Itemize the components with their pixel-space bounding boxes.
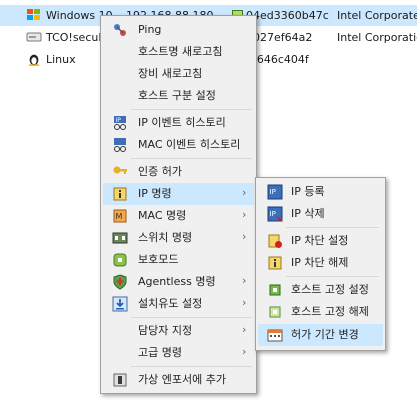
key-icon bbox=[113, 166, 127, 174]
mac-command-icon: M bbox=[113, 209, 127, 223]
menu-item-switch-command[interactable]: 스위치 명령 › bbox=[103, 227, 254, 249]
menu-item-change-permit-period[interactable]: 허가 기간 변경 bbox=[258, 324, 383, 346]
os-cell: TCO!secuIP bbox=[46, 31, 109, 44]
ip-delete-icon: IP bbox=[267, 206, 283, 222]
chevron-right-icon: › bbox=[242, 208, 247, 221]
menu-item-ping[interactable]: Ping bbox=[103, 19, 254, 41]
svg-text:IP: IP bbox=[270, 188, 276, 196]
menu-item-mac-history[interactable]: MAC 이벤트 히스토리 bbox=[103, 134, 254, 156]
linux-icon bbox=[28, 54, 40, 66]
vendor-cell: Intel Corporate bbox=[337, 9, 417, 22]
windows-icon bbox=[27, 9, 40, 20]
install-icon bbox=[112, 296, 128, 312]
menu-item-ip-block[interactable]: IP 차단 설정 bbox=[258, 230, 383, 252]
menu-item-assign-manager[interactable]: 담당자 지정 › bbox=[103, 320, 254, 342]
ip-command-submenu: IP IP 등록 IP IP 삭제 IP 차단 설정 IP 차단 해제 호스트 … bbox=[255, 177, 386, 351]
menu-item-ip-history[interactable]: IP IP 이벤트 히스토리 bbox=[103, 112, 254, 134]
host-unfix-icon bbox=[269, 306, 281, 318]
server-icon bbox=[26, 32, 42, 42]
mac-history-icon bbox=[114, 138, 126, 152]
menu-item-add-virtual-enforcer[interactable]: 가상 엔포서에 추가 bbox=[103, 369, 254, 391]
protect-icon bbox=[113, 253, 127, 267]
menu-item-refresh-device[interactable]: 장비 새로고침 bbox=[103, 63, 254, 85]
menu-separator bbox=[131, 317, 252, 318]
os-cell: Linux bbox=[46, 53, 76, 66]
menu-separator bbox=[286, 227, 379, 228]
menu-separator bbox=[131, 158, 252, 159]
menu-item-protect-mode[interactable]: 보호모드 bbox=[103, 249, 254, 271]
ip-unblock-icon bbox=[268, 256, 282, 270]
ip-command-icon bbox=[113, 187, 127, 201]
ip-history-icon: IP bbox=[114, 116, 126, 130]
menu-item-auth-permit[interactable]: 인증 허가 bbox=[103, 161, 254, 183]
menu-item-host-fix[interactable]: 호스트 고정 설정 bbox=[258, 279, 383, 301]
switch-icon bbox=[112, 232, 128, 244]
menu-item-install-guide[interactable]: 설치유도 설정 › bbox=[103, 293, 254, 315]
vendor-cell: Intel Corporation bbox=[337, 31, 417, 44]
svg-text:IP: IP bbox=[270, 210, 276, 218]
mac-cell: 04ed3360b47c bbox=[246, 9, 329, 22]
menu-item-mac-command[interactable]: M MAC 명령 › bbox=[103, 205, 254, 227]
menu-item-advanced-command[interactable]: 고급 명령 › bbox=[103, 342, 254, 364]
chevron-right-icon: › bbox=[242, 345, 247, 358]
host-fix-icon bbox=[269, 284, 281, 296]
menu-item-host-type[interactable]: 호스트 구분 설정 bbox=[103, 85, 254, 107]
menu-item-ip-command[interactable]: IP 명령 › bbox=[103, 183, 254, 205]
chevron-right-icon: › bbox=[242, 296, 247, 309]
menu-separator bbox=[131, 109, 252, 110]
menu-separator bbox=[131, 366, 252, 367]
context-menu: Ping 호스트명 새로고침 장비 새로고침 호스트 구분 설정 IP IP 이… bbox=[100, 15, 257, 394]
menu-item-agentless-command[interactable]: Agentless 명령 › bbox=[103, 271, 254, 293]
ip-block-icon bbox=[268, 234, 282, 248]
chevron-right-icon: › bbox=[242, 186, 247, 199]
svg-text:M: M bbox=[116, 212, 123, 221]
chevron-right-icon: › bbox=[242, 274, 247, 287]
menu-item-ip-delete[interactable]: IP IP 삭제 bbox=[258, 203, 383, 225]
virtual-enforcer-icon bbox=[113, 373, 127, 387]
menu-separator bbox=[286, 276, 379, 277]
svg-text:IP: IP bbox=[116, 117, 122, 124]
chevron-right-icon: › bbox=[242, 323, 247, 336]
menu-item-ip-register[interactable]: IP IP 등록 bbox=[258, 181, 383, 203]
ping-icon bbox=[114, 24, 126, 36]
chevron-right-icon: › bbox=[242, 230, 247, 243]
menu-item-refresh-hostname[interactable]: 호스트명 새로고침 bbox=[103, 41, 254, 63]
menu-item-host-unfix[interactable]: 호스트 고정 해제 bbox=[258, 301, 383, 323]
ip-register-icon: IP bbox=[267, 184, 283, 200]
calendar-icon bbox=[267, 329, 283, 342]
menu-item-ip-unblock[interactable]: IP 차단 해제 bbox=[258, 252, 383, 274]
shield-icon bbox=[113, 274, 127, 290]
